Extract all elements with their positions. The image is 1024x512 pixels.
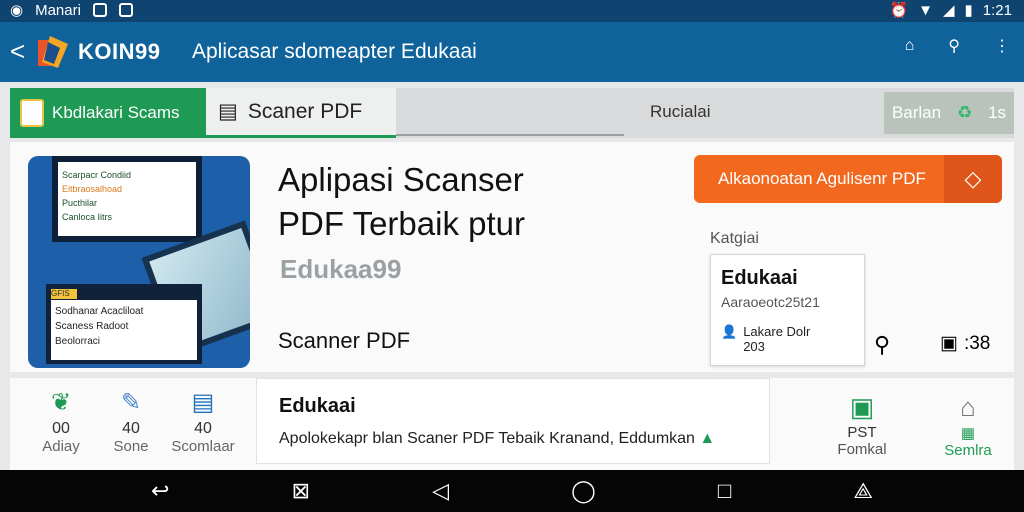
notification-icon (92, 3, 107, 17)
side-label: Semlra (944, 442, 992, 459)
stat-label: Sone (113, 438, 149, 455)
tab-divider (396, 134, 624, 136)
side-item[interactable]: ▣ PST Fomkal (822, 392, 902, 458)
app-title-block: Aplipasi Scanser PDF Terbaik ptur (278, 158, 525, 246)
stat-item[interactable]: ❦ 00 Adiay (28, 388, 94, 455)
leaf-icon: ▲ (699, 430, 716, 447)
app-logo (38, 36, 68, 68)
tablet-panel: Scarpacr Condiid Eitbraosalhoad Pucthila… (52, 156, 202, 242)
card-uploader: Lakare Dolr (743, 324, 811, 339)
app-screenshot[interactable]: Scarpacr Condiid Eitbraosalhoad Pucthila… (28, 156, 250, 368)
panel-text: Canloca Iitrs (62, 212, 113, 222)
stat-item[interactable]: ▤ 40 Scomlaar (170, 388, 236, 455)
tab-rucialai[interactable]: Rucialai (650, 102, 710, 122)
tab-kbdlakari[interactable]: Kbdlakari Scams (10, 88, 206, 138)
clock: 1:21 (982, 1, 1012, 19)
undo-icon[interactable]: ↩ (151, 478, 169, 504)
description-body: Apolokekapr blan Scaner PDF Tebaik Krana… (279, 430, 695, 447)
panel-text: Scaness Radoot (55, 321, 129, 332)
carrier-label: Manari (35, 1, 81, 19)
recents-icon[interactable]: □ (718, 478, 731, 504)
side-item[interactable]: ⌂ ▦ Semlra (928, 392, 1008, 459)
tab-label: Kbdlakari Scams (52, 103, 180, 122)
wifi-icon: ▼ (918, 1, 933, 19)
tab-label: Scaner PDF (247, 99, 363, 123)
leaf-icon: ❦ (50, 389, 72, 416)
tool-icon: ▣ (849, 392, 875, 422)
panel-text: Eitbraosalhoad (62, 184, 123, 194)
more-icon[interactable]: ⋮ (994, 36, 1010, 56)
status-bar: ◉ Manari ⏰ ▼ ◢ ▮ 1:21 (0, 0, 1024, 22)
tab-barlan[interactable]: Barlan ♻ 1s (884, 92, 1014, 134)
card-title: Edukaai (721, 267, 798, 289)
app-title: Aplicasar sdomeapter Edukaai (192, 40, 477, 63)
description-title: Edukaai (279, 395, 356, 417)
app-detail-card: Scarpacr Condiid Eitbraosalhoad Pucthila… (10, 142, 1014, 372)
card-year: 203 (743, 339, 765, 354)
side-value: PST (847, 424, 877, 441)
map-icon[interactable]: ⟁ (853, 478, 873, 504)
stat-value: 40 (194, 420, 212, 437)
panel-text: Pucthilar (62, 198, 98, 208)
tag-icon: ◇ (944, 155, 1002, 203)
back-icon[interactable]: < (10, 36, 25, 67)
signal-icon: ◢ (942, 2, 955, 19)
home-nav-icon[interactable]: ◯ (571, 478, 596, 504)
tab-bar: Kbdlakari Scams ▤ Scaner PDF Rucialai Ba… (10, 88, 1014, 138)
count-value: :38 (963, 332, 991, 354)
document-icon (20, 99, 44, 127)
panel-text: Sodhanar Acacliloat (55, 306, 144, 317)
stat-item[interactable]: ✎ 40 Sone (98, 388, 164, 455)
stat-label: Adiay (42, 438, 80, 455)
title-line: PDF Terbaik ptur (278, 205, 525, 242)
info-row: ❦ 00 Adiay ✎ 40 Sone ▤ 40 Scomlaar Eduka… (10, 378, 1014, 470)
category-card[interactable]: Edukaai Aaraoeotc25t21 👤 Lakare Dolr 203 (710, 254, 865, 366)
install-label: Alkaonoatan Agulisenr PDF (718, 169, 926, 188)
pdf-icon: ▤ (218, 100, 238, 123)
location-icon: ◉ (10, 2, 24, 19)
panel-tag: GFIS (51, 289, 77, 299)
app-category-label: Scanner PDF (278, 328, 411, 353)
frame-icon: ▣ (940, 333, 958, 354)
app-bar: < KOIN99 Aplicasar sdomeapter Edukaai ⌂ … (0, 22, 1024, 82)
search-icon[interactable]: ⚲ (874, 332, 890, 358)
battery-icon: ▮ (964, 2, 973, 19)
screenshot-icon[interactable]: ⊠ (292, 478, 310, 504)
tab-label: Barlan (891, 103, 942, 122)
screenshot-count[interactable]: ▣ :38 (940, 332, 990, 355)
search-icon[interactable]: ⚲ (948, 36, 960, 56)
grid-icon: ▦ (960, 425, 976, 442)
store-icon[interactable]: ⌂ (905, 37, 915, 55)
side-label: Fomkal (837, 441, 887, 458)
system-nav-bar: ↩ ⊠ ◁ ◯ □ ⟁ (0, 470, 1024, 512)
phone-panel: GFIS Sodhanar Acacliloat Scaness Radoot … (46, 284, 202, 364)
stat-value: 40 (122, 420, 140, 437)
panel-text: Scarpacr Condiid (62, 170, 132, 180)
title-line: Aplipasi Scanser (278, 161, 524, 198)
card-number: Aaraoeotc25t21 (721, 294, 820, 310)
alarm-icon: ⏰ (889, 2, 909, 19)
brand-name: KOIN99 (78, 39, 161, 64)
home-icon: ⌂ (960, 392, 976, 422)
stat-value: 00 (52, 420, 70, 437)
notification-icon (118, 3, 133, 17)
user-icon: 👤 (721, 324, 738, 339)
category-heading: Katgiai (710, 230, 759, 247)
file-icon: ▤ (191, 389, 215, 416)
back-nav-icon[interactable]: ◁ (432, 478, 449, 504)
tab-count: 1s (988, 103, 1007, 122)
pen-icon: ✎ (120, 389, 142, 416)
tab-scaner-pdf[interactable]: ▤ Scaner PDF (206, 88, 396, 138)
install-button[interactable]: Alkaonoatan Agulisenr PDF ◇ (694, 155, 1002, 203)
description-box: Edukaai Apolokekapr blan Scaner PDF Teba… (256, 378, 770, 464)
developer-name[interactable]: Edukaa99 (280, 254, 401, 285)
stat-label: Scomlaar (171, 438, 235, 455)
recycle-icon: ♻ (956, 103, 973, 122)
panel-text: Beolorraci (55, 336, 101, 347)
